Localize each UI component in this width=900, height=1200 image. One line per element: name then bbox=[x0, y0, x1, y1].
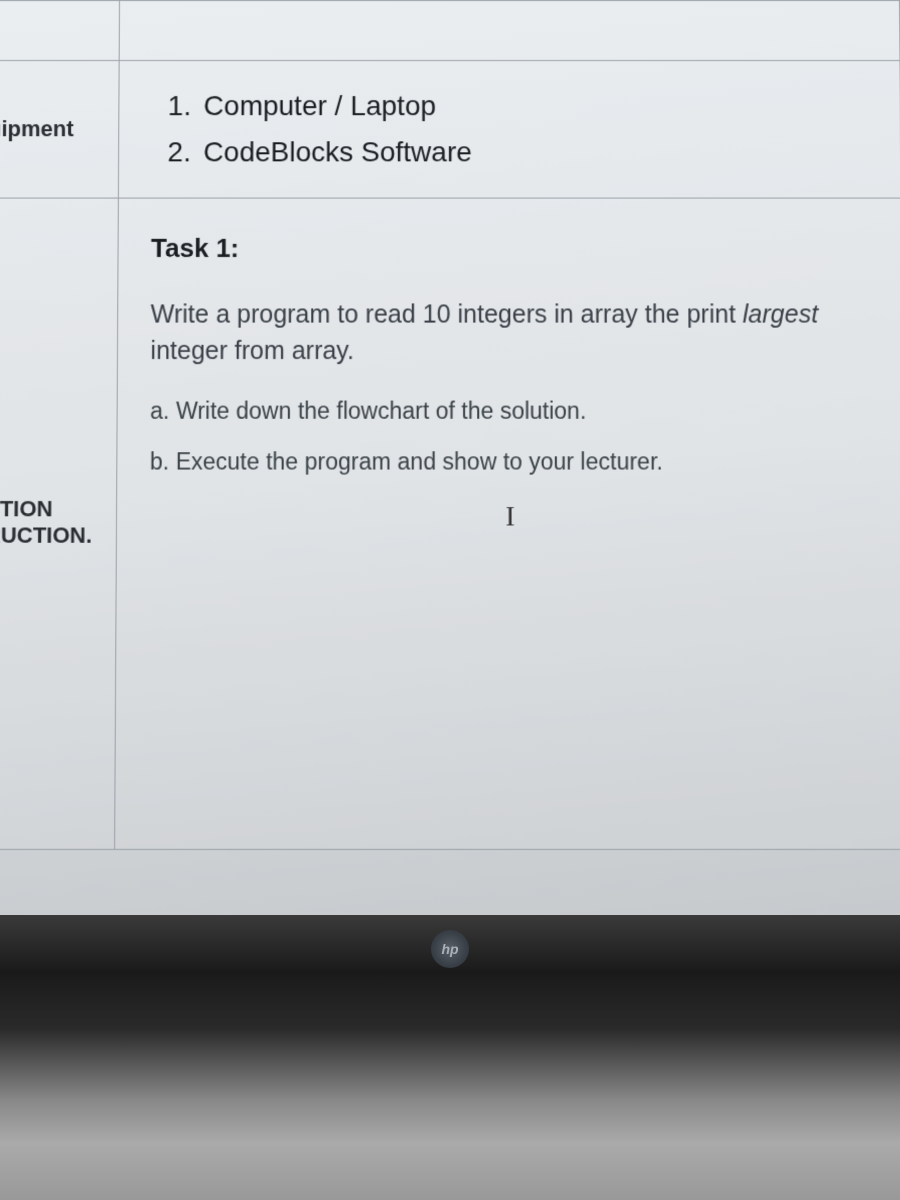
equipment-list: 1. Computer / Laptop 2. CodeBlocks Softw… bbox=[143, 85, 876, 173]
task-body-prefix: Write a program to read 10 integers in a… bbox=[151, 300, 743, 328]
sub-item-b: b. Execute the program and show to your … bbox=[150, 445, 871, 478]
logo-text: hp bbox=[441, 941, 458, 957]
text-cursor-icon: I bbox=[150, 496, 871, 539]
list-item: 2. CodeBlocks Software bbox=[167, 131, 876, 173]
instruction-label-line1: STION bbox=[0, 495, 92, 521]
equipment-label: uipment bbox=[0, 116, 74, 141]
equipment-label-cell: uipment bbox=[0, 61, 119, 199]
hp-logo-icon: hp bbox=[431, 930, 469, 968]
equipment-content-cell: 1. Computer / Laptop 2. CodeBlocks Softw… bbox=[119, 61, 900, 199]
list-text: CodeBlocks Software bbox=[203, 136, 471, 167]
task-block: Task 1: Write a program to read 10 integ… bbox=[141, 219, 879, 549]
table-row bbox=[0, 0, 900, 60]
task-body: Write a program to read 10 integers in a… bbox=[150, 296, 869, 369]
task-body-italic: largest bbox=[743, 300, 819, 328]
sub-item-a: a. Write down the flowchart of the solut… bbox=[150, 394, 870, 427]
list-text: Computer / Laptop bbox=[204, 90, 436, 121]
list-number: 1. bbox=[168, 85, 196, 127]
document-screen: uipment 1. Computer / Laptop 2. CodeBloc… bbox=[0, 0, 900, 934]
instruction-label-cell: STION RUCTION. bbox=[0, 198, 119, 849]
table-row: uipment 1. Computer / Laptop 2. CodeBloc… bbox=[0, 61, 900, 199]
task-body-suffix: integer from array. bbox=[150, 337, 354, 365]
table-row: STION RUCTION. Task 1: Write a program t… bbox=[0, 198, 900, 849]
list-item: 1. Computer / Laptop bbox=[168, 85, 876, 127]
instruction-content-cell: Task 1: Write a program to read 10 integ… bbox=[115, 198, 900, 849]
instruction-label-line2: RUCTION. bbox=[0, 522, 92, 548]
task-title: Task 1: bbox=[151, 229, 869, 268]
list-number: 2. bbox=[167, 131, 195, 173]
document-table: uipment 1. Computer / Laptop 2. CodeBloc… bbox=[0, 0, 900, 850]
